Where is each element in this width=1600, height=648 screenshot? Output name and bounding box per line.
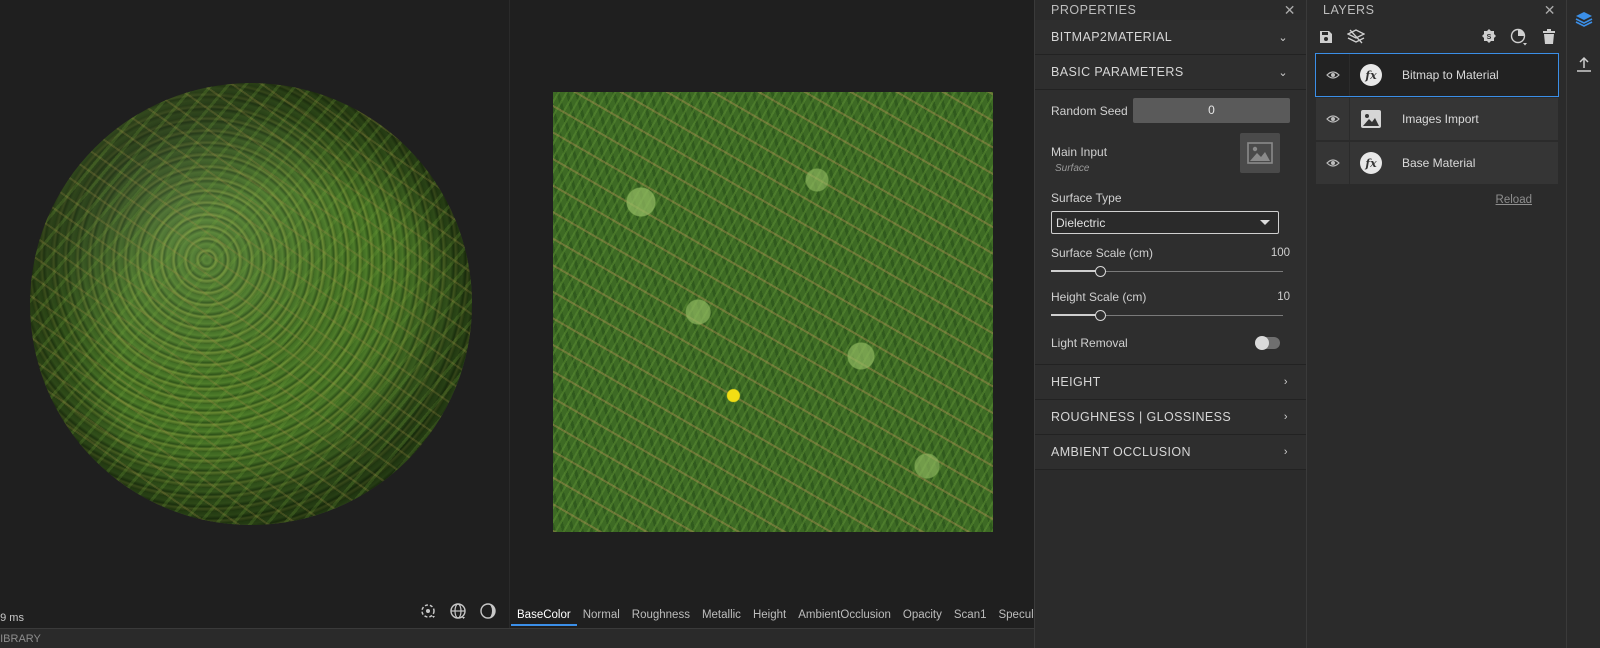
library-label: LIBRARY — [0, 633, 41, 645]
tab-ambientocclusion[interactable]: AmbientOcclusion — [792, 606, 897, 626]
height-scale-value[interactable]: 10 — [1277, 291, 1290, 303]
layers-toolbar: S — [1307, 20, 1566, 54]
fx-icon: fx — [1360, 152, 1382, 174]
layer-list: fx Bitmap to Material Images Import fx B… — [1307, 53, 1566, 184]
camera-settings-icon[interactable] — [418, 601, 438, 621]
surface-type-value: Dielectric — [1056, 215, 1106, 230]
tab-height[interactable]: Height — [747, 606, 792, 626]
export-icon[interactable] — [1567, 50, 1600, 80]
viewport-2d[interactable]: BaseColor Normal Roughness Metallic Heig… — [510, 0, 1034, 628]
close-layers-icon[interactable]: ✕ — [1544, 2, 1556, 19]
light-removal-row: Light Removal — [1051, 336, 1290, 350]
tab-basecolor[interactable]: BaseColor — [511, 606, 577, 626]
chevron-right-icon: › — [1283, 411, 1288, 423]
chevron-right-icon: › — [1283, 376, 1288, 388]
section-height[interactable]: HEIGHT › — [1035, 365, 1306, 400]
layers-panel: LAYERS ✕ S fx Bitmap to Material Images … — [1306, 0, 1566, 648]
section-ambient-occlusion[interactable]: AMBIENT OCCLUSION › — [1035, 435, 1306, 470]
surface-type-label: Surface Type — [1051, 191, 1122, 205]
random-seed-input[interactable]: 0 — [1133, 98, 1290, 123]
dropdown-caret-icon — [1260, 220, 1270, 225]
tab-normal[interactable]: Normal — [577, 606, 626, 626]
environment-globe-icon[interactable] — [448, 601, 468, 621]
render-time-readout: 79 ms — [0, 612, 24, 624]
section-bitmap2material-label: BITMAP2MATERIAL — [1051, 30, 1173, 44]
slider-handle[interactable] — [1095, 266, 1106, 277]
chevron-down-icon: ⌄ — [1278, 66, 1288, 79]
surface-scale-slider[interactable] — [1051, 264, 1283, 278]
random-seed-label: Random Seed — [1051, 103, 1128, 118]
surface-scale-value[interactable]: 100 — [1271, 247, 1290, 259]
visibility-eye-icon[interactable] — [1316, 98, 1350, 140]
tab-specular[interactable]: Specular — [992, 606, 1034, 626]
layer-item-images-import[interactable]: Images Import — [1316, 98, 1558, 140]
add-substance-filter-icon[interactable]: S — [1480, 28, 1498, 46]
layer-name: Bitmap to Material — [1402, 68, 1499, 82]
visibility-eye-icon[interactable] — [1316, 142, 1350, 184]
main-input-slot[interactable] — [1240, 133, 1280, 173]
chevron-right-icon: › — [1283, 446, 1288, 458]
surface-scale-label: Surface Scale (cm) — [1051, 246, 1154, 260]
close-properties-icon[interactable]: ✕ — [1284, 2, 1296, 19]
channel-tabs: BaseColor Normal Roughness Metallic Heig… — [510, 606, 1034, 628]
light-removal-label: Light Removal — [1051, 336, 1128, 350]
tab-roughness[interactable]: Roughness — [626, 606, 696, 626]
fx-icon: fx — [1360, 64, 1382, 86]
layers-stack-icon[interactable] — [1347, 28, 1365, 46]
section-basic-label: BASIC PARAMETERS — [1051, 65, 1184, 79]
height-scale-label: Height Scale (cm) — [1051, 290, 1147, 304]
tab-metallic[interactable]: Metallic — [696, 606, 747, 626]
image-placeholder-icon — [1247, 142, 1273, 164]
svg-text:S: S — [1487, 34, 1492, 41]
properties-panel: PROPERTIES ✕ BITMAP2MATERIAL ⌄ BASIC PAR… — [1034, 0, 1306, 648]
material-preview-sphere[interactable] — [30, 83, 472, 525]
section-height-label: HEIGHT — [1051, 375, 1101, 389]
section-roughness[interactable]: ROUGHNESS | GLOSSINESS › — [1035, 400, 1306, 435]
texture-preview[interactable] — [553, 92, 993, 532]
layers-title: LAYERS — [1323, 3, 1375, 17]
main-input-row: Main Input Surface — [1051, 133, 1290, 177]
chevron-down-icon: ⌄ — [1278, 31, 1288, 44]
right-sidebar — [1566, 0, 1600, 648]
section-ao-label: AMBIENT OCCLUSION — [1051, 445, 1191, 459]
add-material-icon[interactable] — [1510, 28, 1528, 46]
random-seed-row: Random Seed 0 — [1051, 98, 1290, 123]
slider-handle[interactable] — [1095, 310, 1106, 321]
visibility-eye-icon[interactable] — [1316, 54, 1350, 96]
viewport-3d-toolbar — [418, 601, 498, 621]
section-basic-parameters[interactable]: BASIC PARAMETERS ⌄ — [1035, 55, 1306, 90]
height-scale-control: Height Scale (cm) 10 — [1051, 290, 1290, 322]
material-sphere-icon[interactable] — [478, 601, 498, 621]
layer-name: Base Material — [1402, 156, 1476, 170]
layers-panel-icon[interactable] — [1567, 4, 1600, 34]
trash-icon[interactable] — [1540, 28, 1558, 46]
layer-item-base-material[interactable]: fx Base Material — [1316, 142, 1558, 184]
basic-parameters-body: Random Seed 0 Main Input Surface Surface… — [1035, 90, 1306, 365]
tab-opacity[interactable]: Opacity — [897, 606, 948, 626]
save-icon[interactable] — [1317, 28, 1335, 46]
light-removal-toggle[interactable] — [1255, 336, 1280, 350]
properties-title: PROPERTIES — [1051, 3, 1137, 17]
layers-header: LAYERS ✕ — [1307, 0, 1566, 20]
height-scale-slider[interactable] — [1051, 308, 1283, 322]
surface-type-select[interactable]: Dielectric — [1051, 211, 1279, 234]
tab-scan1[interactable]: Scan1 — [948, 606, 993, 626]
library-panel-header[interactable]: LIBRARY — [0, 628, 1034, 648]
section-roughness-label: ROUGHNESS | GLOSSINESS — [1051, 410, 1232, 424]
layer-name: Images Import — [1402, 112, 1479, 126]
reload-link[interactable]: Reload — [1307, 194, 1566, 206]
properties-header: PROPERTIES ✕ — [1035, 0, 1306, 20]
image-icon — [1360, 108, 1382, 130]
section-bitmap2material[interactable]: BITMAP2MATERIAL ⌄ — [1035, 20, 1306, 55]
viewport-3d[interactable]: 79 ms — [0, 0, 510, 628]
surface-scale-control: Surface Scale (cm) 100 — [1051, 246, 1290, 278]
layer-item-bitmap-to-material[interactable]: fx Bitmap to Material — [1315, 53, 1559, 97]
